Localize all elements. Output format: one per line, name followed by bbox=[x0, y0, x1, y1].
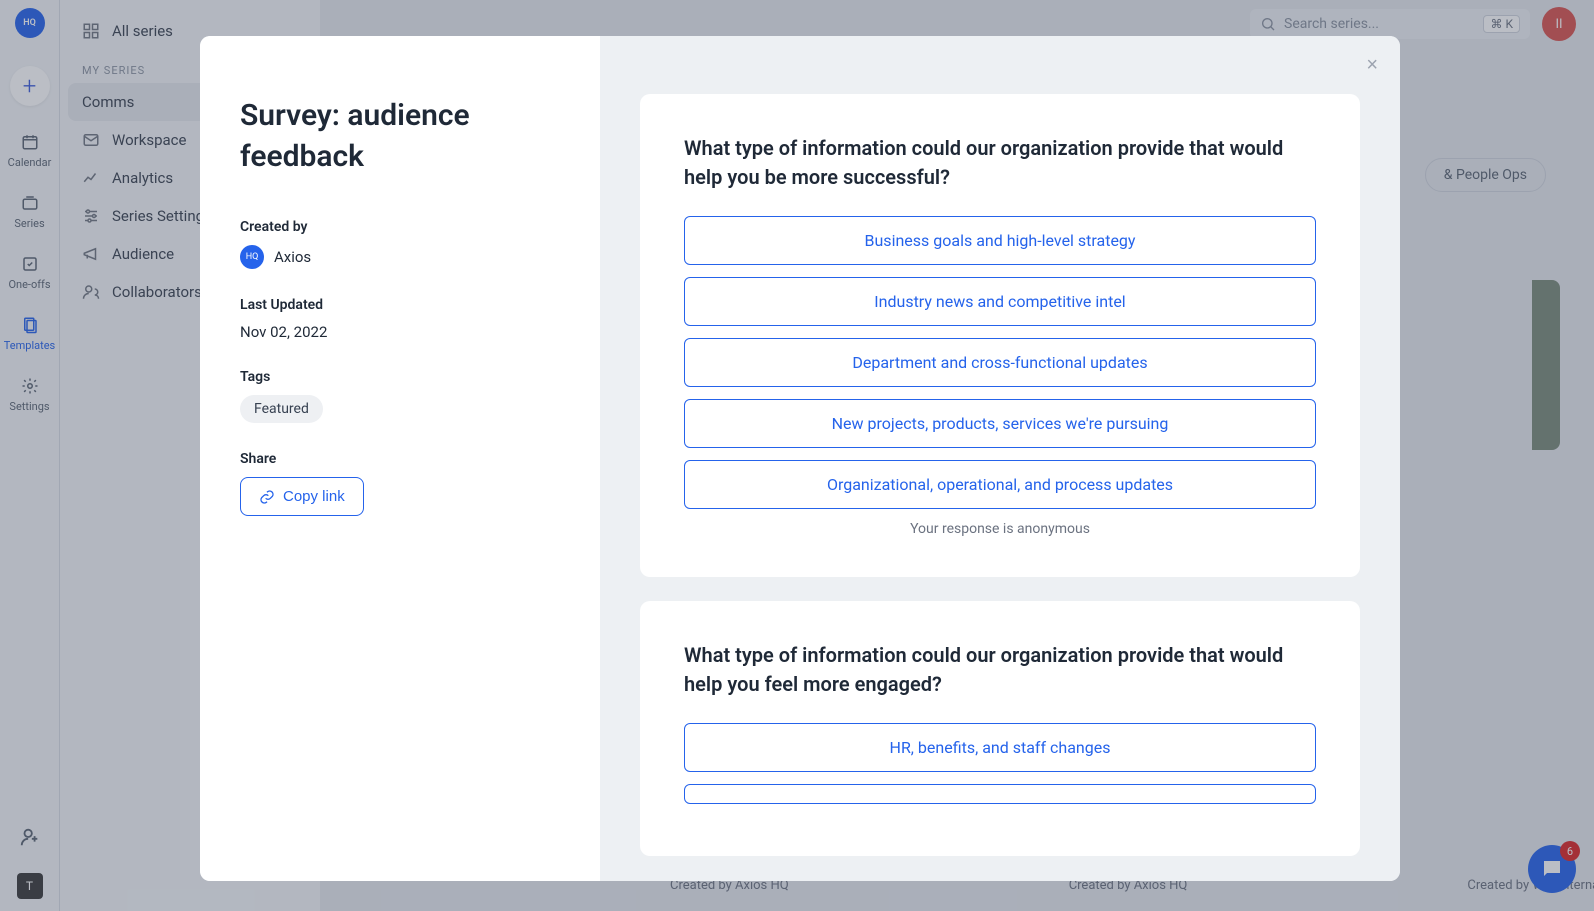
survey-question-2: What type of information could our organ… bbox=[684, 641, 1316, 699]
creator-badge: HQ bbox=[240, 245, 264, 269]
template-detail-modal: Survey: audience feedback Created by HQ … bbox=[200, 36, 1400, 881]
survey-option[interactable]: New projects, products, services we're p… bbox=[684, 399, 1316, 448]
tags-label: Tags bbox=[240, 369, 544, 385]
last-updated-block: Last Updated Nov 02, 2022 bbox=[240, 297, 544, 341]
tag-featured[interactable]: Featured bbox=[240, 395, 323, 423]
survey-option[interactable]: Organizational, operational, and process… bbox=[684, 460, 1316, 509]
share-block: Share Copy link bbox=[240, 451, 544, 516]
copy-link-button[interactable]: Copy link bbox=[240, 477, 364, 516]
survey-card-1: What type of information could our organ… bbox=[640, 94, 1360, 577]
created-by-block: Created by HQ Axios bbox=[240, 219, 544, 269]
share-label: Share bbox=[240, 451, 544, 467]
created-by-label: Created by bbox=[240, 219, 544, 235]
modal-preview-panel: × What type of information could our org… bbox=[600, 36, 1400, 881]
copy-link-label: Copy link bbox=[283, 488, 345, 505]
close-icon: × bbox=[1366, 54, 1378, 76]
creator-name: Axios bbox=[274, 248, 311, 266]
survey-option[interactable]: Department and cross-functional updates bbox=[684, 338, 1316, 387]
modal-title: Survey: audience feedback bbox=[240, 96, 544, 177]
survey-card-2: What type of information could our organ… bbox=[640, 601, 1360, 856]
creator-row: HQ Axios bbox=[240, 245, 544, 269]
survey-question-1: What type of information could our organ… bbox=[684, 134, 1316, 192]
survey-option[interactable] bbox=[684, 784, 1316, 804]
anonymous-note: Your response is anonymous bbox=[684, 521, 1316, 537]
close-button[interactable]: × bbox=[1366, 54, 1378, 77]
survey-option[interactable]: Industry news and competitive intel bbox=[684, 277, 1316, 326]
link-icon bbox=[259, 489, 275, 505]
tags-block: Tags Featured bbox=[240, 369, 544, 423]
survey-option[interactable]: HR, benefits, and staff changes bbox=[684, 723, 1316, 772]
survey-option[interactable]: Business goals and high-level strategy bbox=[684, 216, 1316, 265]
last-updated-value: Nov 02, 2022 bbox=[240, 323, 544, 341]
modal-meta-panel: Survey: audience feedback Created by HQ … bbox=[200, 36, 600, 881]
last-updated-label: Last Updated bbox=[240, 297, 544, 313]
